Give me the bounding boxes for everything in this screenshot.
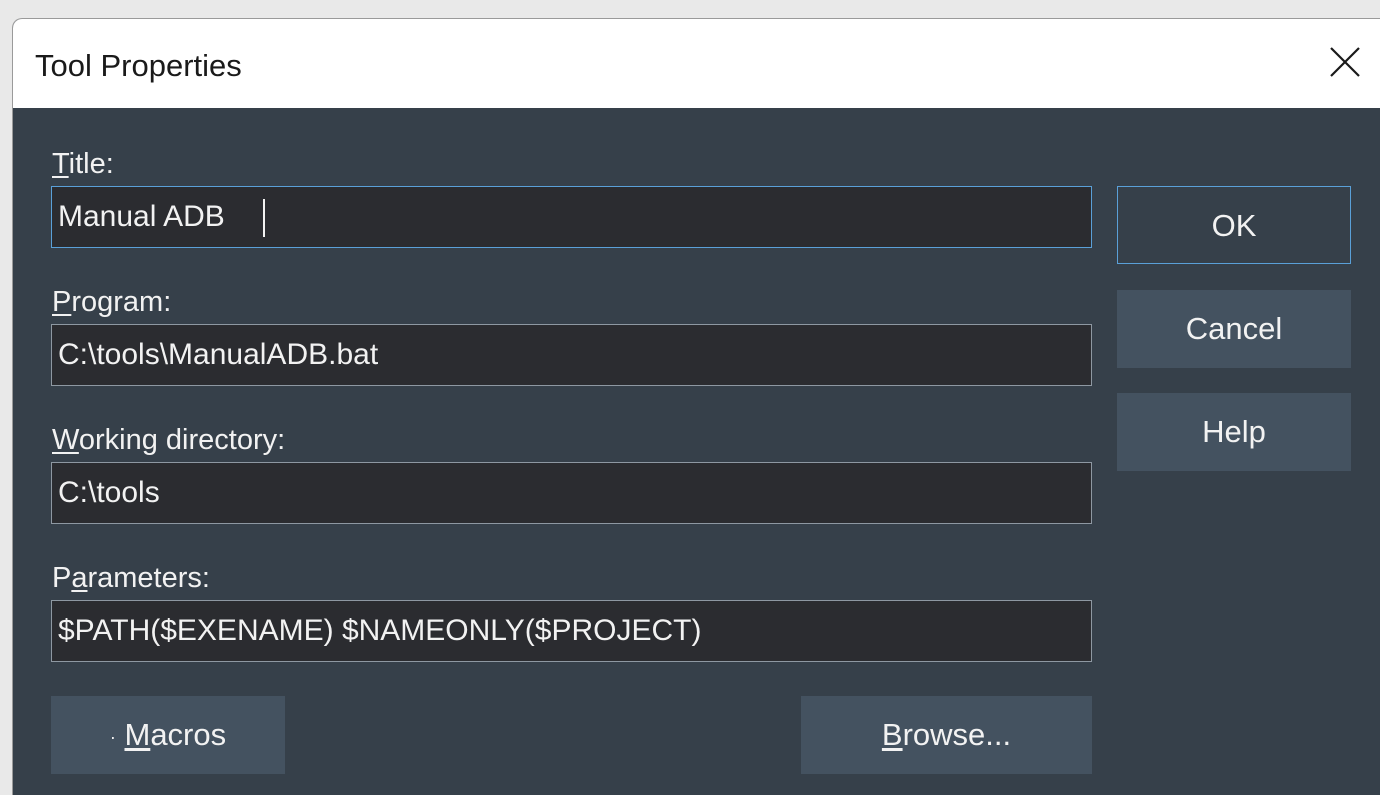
parameters-label: Parameters: (52, 562, 210, 594)
macros-button[interactable]: · Macros (51, 696, 285, 774)
parameters-input[interactable] (51, 600, 1092, 662)
help-button[interactable]: Help (1117, 393, 1351, 471)
macros-bullet-icon: · (109, 726, 116, 747)
cancel-button[interactable]: Cancel (1117, 290, 1351, 368)
working-directory-input[interactable] (51, 462, 1092, 524)
dialog-title: Tool Properties (35, 48, 242, 83)
title-label: Title: (52, 148, 114, 180)
text-caret (263, 199, 265, 237)
close-icon (1330, 47, 1360, 77)
program-input[interactable] (51, 324, 1092, 386)
close-button[interactable] (1310, 19, 1380, 108)
working-directory-label: Working directory: (52, 424, 286, 456)
program-label: Program: (52, 286, 172, 318)
title-input[interactable] (51, 186, 1092, 248)
browse-button[interactable]: Browse... (801, 696, 1092, 774)
ok-button[interactable]: OK (1117, 186, 1351, 264)
title-bar: Tool Properties (13, 19, 1380, 108)
tool-properties-dialog: Tool Properties Title: Program: Working … (12, 18, 1380, 795)
